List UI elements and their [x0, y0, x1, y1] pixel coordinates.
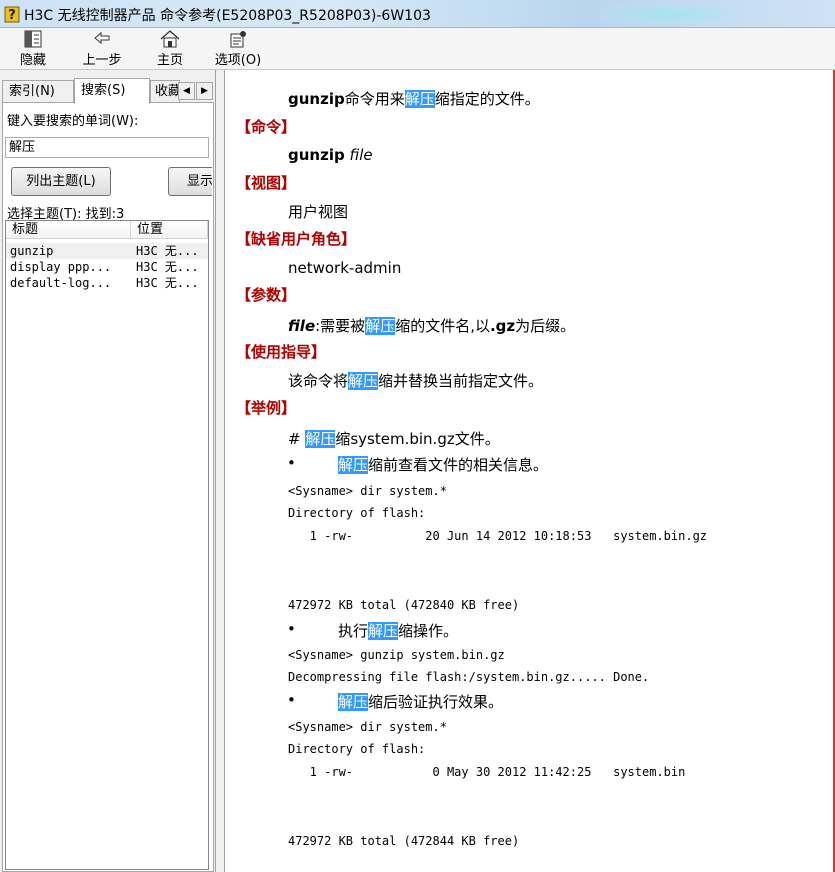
window-title: H3C 无线控制器产品 命令参考(E5208P03_R5208P03)-6W10… [24, 8, 431, 24]
param-name: file [288, 317, 316, 335]
view-value: 用户视图 [288, 203, 349, 221]
search-prompt: 键入要搜索的单词(W): [7, 114, 139, 129]
back-arrow-icon [94, 31, 110, 45]
options-label: 选项(O) [214, 53, 262, 68]
results-list[interactable]: 标题 位置 gunzip H3C 无... display ppp... H3C… [5, 220, 209, 870]
code-line: <Sysname> dir system.* [288, 720, 447, 734]
param-mid: 缩的文件名,以 [395, 317, 490, 335]
intro-line: gunzip命令用来解压缩指定的文件。 [288, 88, 540, 109]
pane-splitter[interactable] [216, 70, 225, 872]
options-button[interactable]: 选项(O) [210, 30, 266, 68]
result-location: H3C 无... [136, 276, 199, 290]
result-title: display ppp... [10, 260, 112, 274]
highlight-term: 解压 [368, 622, 399, 640]
display-button[interactable]: 显示 [168, 167, 212, 196]
step2-post: 缩操作。 [398, 622, 459, 640]
usage-pre: 该命令将 [288, 372, 349, 390]
back-button[interactable]: 上一步 [76, 30, 128, 68]
section-command: 【命令】 [236, 118, 297, 136]
step1-post: 缩前查看文件的相关信息。 [368, 456, 549, 474]
tab-favorites[interactable]: 收藏 [150, 80, 180, 102]
usage-post: 缩并替换当前指定文件。 [378, 372, 544, 390]
highlight-term: 解压 [305, 430, 336, 448]
code-line: <Sysname> gunzip system.bin.gz [288, 648, 505, 662]
example-pre: # [288, 430, 306, 448]
syntax-cmd: gunzip [288, 146, 345, 164]
highlight-term: 解压 [338, 693, 369, 711]
section-example: 【举例】 [236, 399, 297, 417]
section-params: 【参数】 [236, 286, 297, 304]
bullet: • [287, 620, 296, 638]
code-line: 472972 KB total (472840 KB free) [288, 598, 520, 612]
intro-cmd: gunzip [288, 90, 345, 108]
section-role: 【缺省用户角色】 [236, 230, 357, 248]
hide-pane-icon [24, 30, 42, 48]
list-topics-button[interactable]: 列出主题(L) [11, 167, 111, 196]
param-pre: :需要被 [315, 317, 366, 335]
result-title: default-log... [10, 276, 112, 290]
title-glow [600, 4, 740, 24]
code-line: 1 -rw- 0 May 30 2012 11:42:25 system.bin [288, 765, 686, 779]
tab-scroll-arrows: ◀ ▶ [178, 82, 214, 100]
param-ext: .gz [489, 317, 516, 335]
usage-line: 该命令将解压缩并替换当前指定文件。 [288, 370, 543, 391]
column-header-title[interactable]: 标题 [6, 221, 131, 239]
options-icon [230, 31, 246, 48]
highlight-term: 解压 [338, 456, 369, 474]
step2-pre: 执行 [338, 622, 369, 640]
param-post: 为后缀。 [515, 317, 576, 335]
section-usage: 【使用指导】 [236, 343, 327, 361]
hide-label: 隐藏 [19, 53, 46, 68]
home-button[interactable]: 主页 [150, 30, 190, 68]
column-header-location[interactable]: 位置 [131, 221, 208, 239]
result-row[interactable]: display ppp... H3C 无... [6, 259, 208, 275]
bullet: • [287, 691, 296, 709]
result-row[interactable]: default-log... H3C 无... [6, 275, 208, 291]
example-post: 缩system.bin.gz文件。 [335, 430, 500, 448]
highlight-term: 解压 [348, 372, 379, 390]
tab-index[interactable]: 索引(N) [2, 80, 74, 102]
navigation-pane: 索引(N) 搜索(S) 收藏 ◀ ▶ 键入要搜索的单词(W): 解压 列出主题(… [0, 70, 216, 872]
command-syntax: gunzip file [288, 146, 373, 164]
role-value: network-admin [288, 259, 402, 277]
code-line: 472972 KB total (472844 KB free) [288, 834, 520, 848]
code-line: 1 -rw- 20 Jun 14 2012 10:18:53 system.bi… [288, 529, 708, 543]
svg-text:?: ? [8, 8, 16, 23]
step3-post: 缩后验证执行效果。 [368, 693, 504, 711]
tab-search[interactable]: 搜索(S) [74, 78, 150, 104]
syntax-arg: file [349, 146, 373, 164]
intro-pre: 命令用来 [344, 90, 405, 108]
home-label: 主页 [156, 53, 183, 68]
result-location: H3C 无... [136, 244, 199, 258]
nav-tabs: 索引(N) 搜索(S) 收藏 ◀ ▶ [2, 78, 214, 104]
back-label: 上一步 [82, 53, 122, 68]
step2-line: 执行解压缩操作。 [338, 620, 458, 641]
step1-line: 解压缩前查看文件的相关信息。 [338, 454, 548, 475]
section-view: 【视图】 [236, 174, 297, 192]
code-line: Decompressing file flash:/system.bin.gz.… [288, 670, 650, 684]
tab-scroll-left-icon[interactable]: ◀ [178, 82, 195, 100]
example-title: # 解压缩system.bin.gz文件。 [288, 428, 500, 449]
result-title: gunzip [10, 244, 54, 258]
code-line: Directory of flash: [288, 742, 426, 756]
help-window: ? H3C 无线控制器产品 命令参考(E5208P03_R5208P03)-6W… [0, 0, 835, 872]
bullet: • [287, 454, 296, 472]
hide-button[interactable]: 隐藏 [14, 30, 52, 68]
topic-content: gunzip命令用来解压缩指定的文件。 【命令】 gunzip file 【视图… [225, 70, 835, 872]
highlight-term: 解压 [404, 90, 435, 108]
result-location: H3C 无... [136, 260, 199, 274]
help-question-icon: ? [4, 6, 20, 23]
result-row[interactable]: gunzip H3C 无... [6, 243, 208, 259]
search-input[interactable]: 解压 [5, 137, 209, 158]
step3-line: 解压缩后验证执行效果。 [338, 691, 503, 712]
toolbar: 隐藏 上一步 主页 选项(O) [0, 28, 835, 70]
tab-scroll-right-icon[interactable]: ▶ [196, 82, 213, 100]
param-line: file:需要被解压缩的文件名,以.gz为后缀。 [288, 315, 575, 336]
intro-post: 缩指定的文件。 [434, 90, 540, 108]
highlight-term: 解压 [365, 317, 396, 335]
code-line: Directory of flash: [288, 506, 426, 520]
title-bar[interactable]: ? H3C 无线控制器产品 命令参考(E5208P03_R5208P03)-6W… [0, 0, 835, 28]
code-line: <Sysname> dir system.* [288, 484, 447, 498]
home-icon [160, 30, 180, 48]
